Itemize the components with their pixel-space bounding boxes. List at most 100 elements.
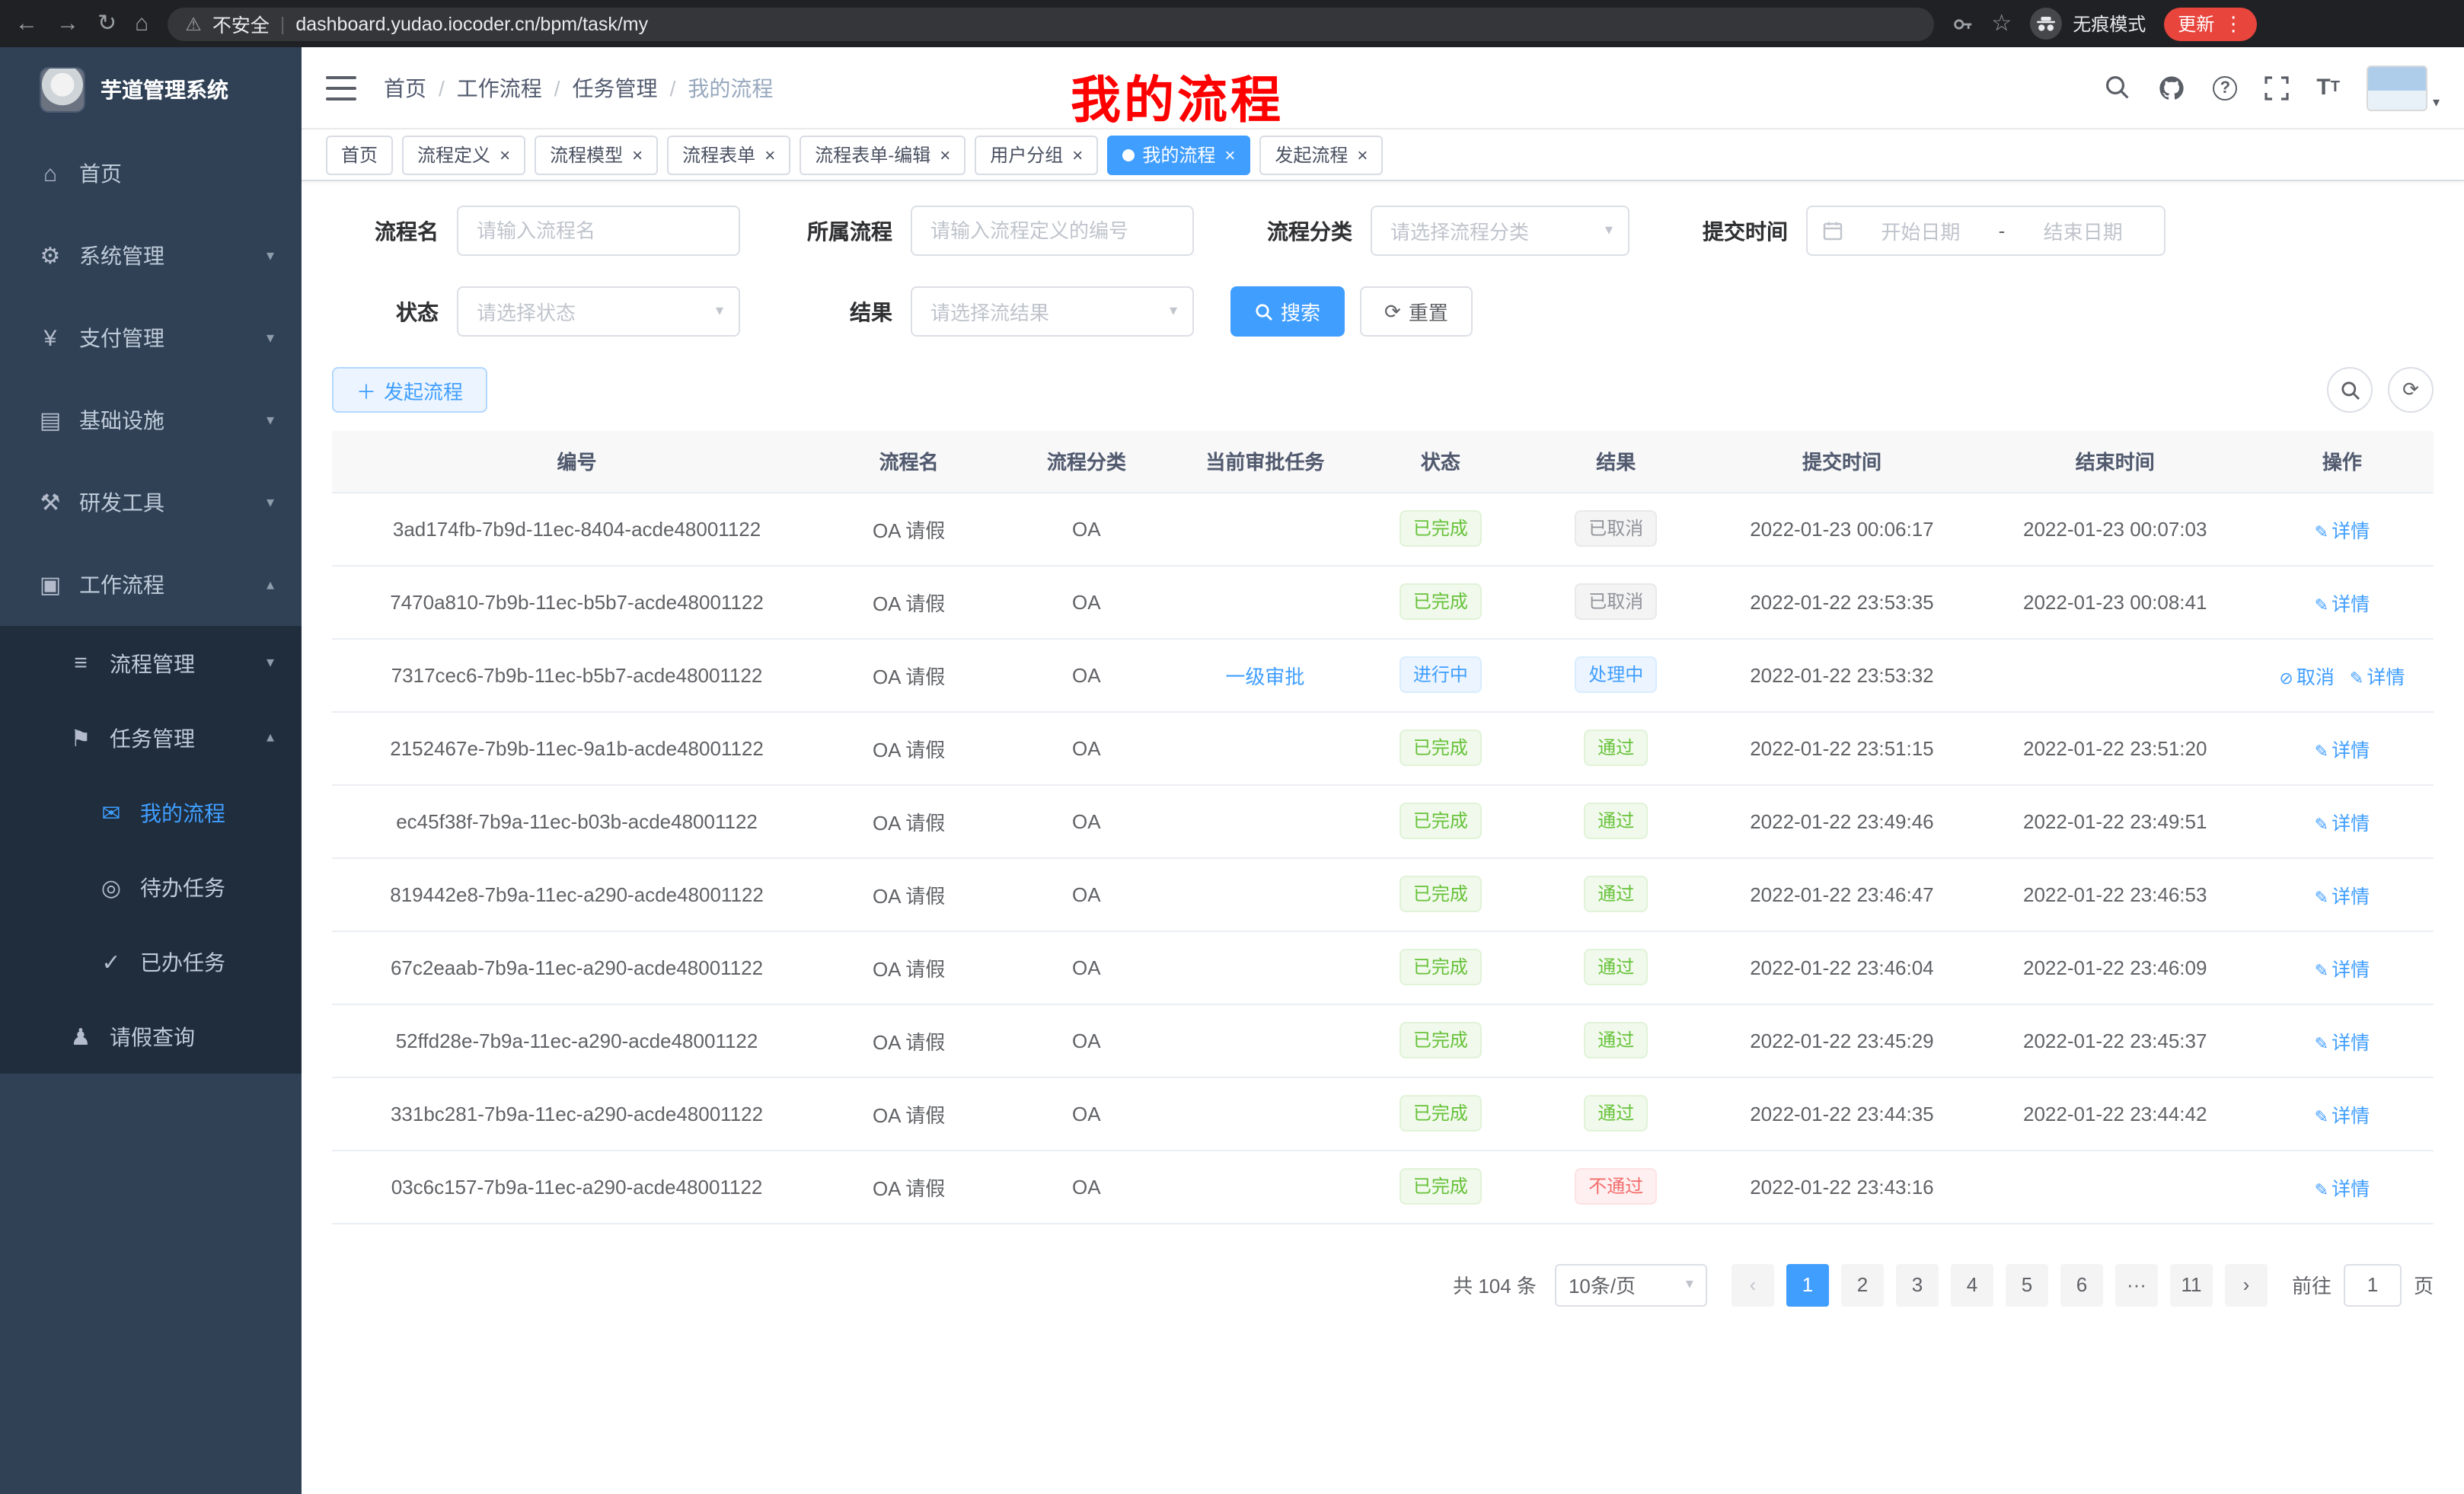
close-icon[interactable]: × [1357, 144, 1368, 165]
date-range-picker[interactable]: 开始日期 - 结束日期 [1806, 206, 2166, 256]
sidebar-item-devtools[interactable]: ⚒研发工具▾ [0, 461, 302, 544]
more-pages-button[interactable]: ··· [2115, 1263, 2158, 1306]
tab-my-process[interactable]: 我的流程× [1107, 135, 1250, 174]
breadcrumb-item[interactable]: 首页 [384, 72, 426, 103]
cell-actions: ✎详情 [2251, 492, 2434, 565]
tab-process-form[interactable]: 流程表单× [667, 135, 790, 174]
breadcrumb-item[interactable]: 工作流程 [457, 72, 542, 103]
edit-icon: ✎ [2315, 596, 2328, 615]
sidebar-item-workflow[interactable]: ▣工作流程▴ [0, 544, 302, 626]
page-button-11[interactable]: 11 [2170, 1263, 2213, 1306]
back-icon[interactable]: ← [15, 12, 38, 35]
search-button[interactable]: 搜索 [1230, 286, 1345, 337]
detail-action-link[interactable]: ✎详情 [2315, 886, 2370, 907]
tab-process-definition[interactable]: 流程定义× [402, 135, 525, 174]
status-select[interactable]: 请选择状态 ▾ [457, 286, 740, 337]
close-icon[interactable]: × [1224, 144, 1235, 165]
cell-result: 不通过 [1527, 1150, 1704, 1223]
cell-submit-time: 2022-01-22 23:53:32 [1704, 638, 1980, 711]
category-select[interactable]: 请选择流程分类 ▾ [1371, 206, 1629, 256]
close-icon[interactable]: × [1072, 144, 1083, 165]
sidebar-item-payment[interactable]: ¥支付管理▾ [0, 297, 302, 379]
reset-button[interactable]: ⟳ 重置 [1360, 286, 1473, 337]
cancel-action-link[interactable]: ⊘取消 [2279, 666, 2334, 688]
process-def-input[interactable] [911, 206, 1194, 256]
cell-current-task [1177, 784, 1354, 857]
column-header: 编号 [332, 431, 822, 492]
font-size-icon[interactable]: TT [2316, 75, 2340, 101]
detail-action-link[interactable]: ✎详情 [2350, 666, 2405, 688]
sidebar-item-system[interactable]: ⚙系统管理▾ [0, 215, 302, 297]
cell-status: 已完成 [1353, 492, 1527, 565]
close-icon[interactable]: × [632, 144, 643, 165]
sidebar-item-home[interactable]: ⌂首页 [0, 132, 302, 215]
page-size-select[interactable]: 10条/页 ▾ [1555, 1263, 1707, 1306]
detail-action-link[interactable]: ✎详情 [2315, 1105, 2370, 1126]
chevron-down-icon: ▾ [267, 330, 274, 346]
screen: ← → ↻ ⌂ ⚠ 不安全 | dashboard.yudao.iocoder.… [0, 0, 2464, 1494]
current-task-link[interactable]: 一级审批 [1225, 665, 1304, 688]
sidebar-item-process-management[interactable]: ≡流程管理▾ [0, 626, 302, 701]
github-icon[interactable] [2158, 74, 2185, 101]
tab-user-group[interactable]: 用户分组× [975, 135, 1098, 174]
next-page-button[interactable]: › [2225, 1263, 2268, 1306]
tab-home[interactable]: 首页 [326, 135, 393, 174]
page-button-6[interactable]: 6 [2060, 1263, 2103, 1306]
bookmark-star-icon[interactable]: ☆ [1991, 12, 2012, 35]
create-process-button[interactable]: ＋ 发起流程 [332, 367, 487, 413]
detail-action-link[interactable]: ✎详情 [2315, 1032, 2370, 1053]
cell-process-name: OA 请假 [822, 931, 996, 1004]
forward-icon[interactable]: → [56, 12, 79, 35]
goto-page-input[interactable] [2344, 1263, 2402, 1306]
sidebar-item-my-process[interactable]: ✉我的流程 [0, 775, 302, 850]
sidebar-item-leave-query[interactable]: ♟请假查询 [0, 999, 302, 1074]
menu-dots-icon[interactable]: ⋮ [2223, 11, 2243, 36]
result-select[interactable]: 请选择流结果 ▾ [911, 286, 1194, 337]
page-button-5[interactable]: 5 [2006, 1263, 2048, 1306]
detail-action-link[interactable]: ✎详情 [2315, 959, 2370, 980]
detail-action-link[interactable]: ✎详情 [2315, 520, 2370, 541]
process-name-input[interactable] [457, 206, 740, 256]
page-buttons: 123456 ··· 11 [1780, 1263, 2219, 1306]
cell-result: 已取消 [1527, 565, 1704, 638]
page-button-2[interactable]: 2 [1841, 1263, 1884, 1306]
detail-action-label: 详情 [2332, 886, 2370, 907]
cell-actions: ✎详情 [2251, 784, 2434, 857]
breadcrumb-item[interactable]: 任务管理 [573, 72, 658, 103]
reload-icon[interactable]: ↻ [97, 12, 116, 35]
detail-action-link[interactable]: ✎详情 [2315, 593, 2370, 615]
detail-action-link[interactable]: ✎详情 [2315, 812, 2370, 834]
cell-category: OA [996, 492, 1176, 565]
home-icon[interactable]: ⌂ [135, 12, 148, 35]
tab-start-process[interactable]: 发起流程× [1259, 135, 1383, 174]
address-bar[interactable]: ⚠ 不安全 | dashboard.yudao.iocoder.cn/bpm/t… [167, 7, 1933, 40]
update-button[interactable]: 更新 ⋮ [2164, 7, 2257, 40]
close-icon[interactable]: × [500, 144, 510, 165]
cell-current-task [1177, 1150, 1354, 1223]
help-icon[interactable]: ? [2213, 75, 2237, 100]
tab-process-form-edit[interactable]: 流程表单-编辑× [800, 135, 965, 174]
toggle-search-icon[interactable] [2327, 367, 2373, 413]
cell-id: 2152467e-7b9b-11ec-9a1b-acde48001122 [332, 711, 822, 784]
sidebar-item-infrastructure[interactable]: ▤基础设施▾ [0, 379, 302, 461]
sidebar-item-done-tasks[interactable]: ✓已办任务 [0, 924, 302, 999]
user-menu[interactable]: ▾ [2367, 65, 2440, 110]
tab-process-model[interactable]: 流程模型× [535, 135, 658, 174]
sidebar-item-todo-tasks[interactable]: ◎待办任务 [0, 850, 302, 924]
detail-action-link[interactable]: ✎详情 [2315, 739, 2370, 761]
sidebar-item-task-management[interactable]: ⚑任务管理▴ [0, 701, 302, 775]
page-button-4[interactable]: 4 [1951, 1263, 1993, 1306]
search-icon[interactable] [2105, 75, 2130, 101]
prev-page-button[interactable]: ‹ [1732, 1263, 1774, 1306]
refresh-table-icon[interactable]: ⟳ [2388, 367, 2434, 413]
close-icon[interactable]: × [940, 144, 950, 165]
fullscreen-icon[interactable] [2265, 75, 2289, 100]
process-mgmt-icon: ≡ [67, 650, 94, 676]
cell-id: 7470a810-7b9b-11ec-b5b7-acde48001122 [332, 565, 822, 638]
close-icon[interactable]: × [764, 144, 775, 165]
page-button-3[interactable]: 3 [1896, 1263, 1939, 1306]
password-key-icon[interactable] [1952, 13, 1973, 34]
page-button-1[interactable]: 1 [1786, 1263, 1829, 1306]
detail-action-link[interactable]: ✎详情 [2315, 1178, 2370, 1199]
hamburger-icon[interactable] [326, 75, 356, 100]
